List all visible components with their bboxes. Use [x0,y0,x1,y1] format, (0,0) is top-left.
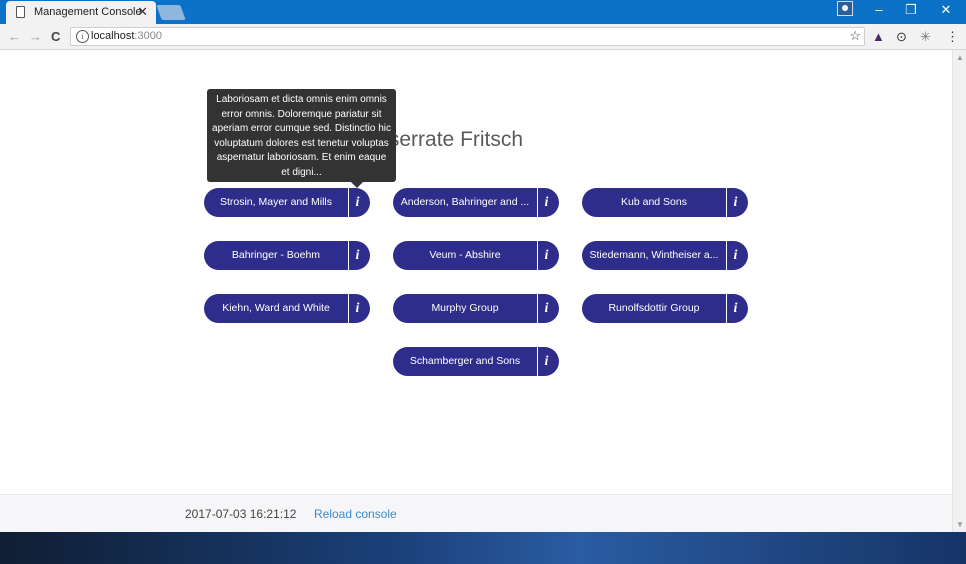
company-description-tooltip: Laboriosam et dicta omnis enim omnis err… [207,89,396,188]
info-icon[interactable]: i [76,30,89,43]
company-name[interactable]: Bahringer - Boehm [204,241,348,270]
company-name[interactable]: Strosin, Mayer and Mills [204,188,348,217]
company-button[interactable]: Schamberger and Sons i [393,347,559,376]
menu-dots-icon[interactable]: ⋮ [946,29,959,45]
info-button[interactable]: i [727,241,748,270]
desktop-background [0,532,966,564]
info-button[interactable]: i [727,294,748,323]
new-tab-button[interactable] [156,5,186,20]
company-name[interactable]: Veum - Abshire [393,241,537,270]
company-button[interactable]: Stiedemann, Wintheiser a... i [582,241,748,270]
page-icon [16,6,25,18]
profile-icon[interactable] [837,1,853,16]
extension-gear-icon[interactable]: ⊙ [896,29,907,45]
tab-title: Management Console [34,6,142,18]
scrollbar[interactable]: ▲ ▼ [952,50,966,532]
info-button[interactable]: i [538,241,559,270]
tab-close-icon[interactable]: ✕ [137,4,148,20]
company-name[interactable]: Kiehn, Ward and White [204,294,348,323]
bookmark-star-icon[interactable]: ☆ [849,28,861,44]
company-name[interactable]: Runolfsdottir Group [582,294,726,323]
company-name[interactable]: Stiedemann, Wintheiser a... [582,241,726,270]
scroll-down-icon[interactable]: ▼ [956,520,964,529]
reload-console-link[interactable]: Reload console [314,507,397,521]
info-button[interactable]: i [538,347,559,376]
page-content [0,50,952,494]
company-name[interactable]: Murphy Group [393,294,537,323]
address-bar[interactable]: i localhost:3000 ☆ [70,27,865,46]
info-button[interactable]: i [727,188,748,217]
company-button[interactable]: Strosin, Mayer and Mills i [204,188,370,217]
company-button[interactable]: Anderson, Bahringer and ... i [393,188,559,217]
reload-icon[interactable]: C [51,29,60,44]
company-button[interactable]: Murphy Group i [393,294,559,323]
company-name[interactable]: Kub and Sons [582,188,726,217]
browser-titlebar: Management Console ✕ – ❐ ✕ [0,0,966,24]
company-button[interactable]: Kiehn, Ward and White i [204,294,370,323]
scroll-up-icon[interactable]: ▲ [956,53,964,62]
url-port: :3000 [134,30,162,42]
extension-icon[interactable]: ▲ [872,29,885,44]
info-button[interactable]: i [349,241,370,270]
company-name[interactable]: Schamberger and Sons [393,347,537,376]
browser-tab[interactable]: Management Console ✕ [6,1,156,24]
timestamp: 2017-07-03 16:21:12 [185,507,297,521]
company-button[interactable]: Runolfsdottir Group i [582,294,748,323]
minimize-button[interactable]: – [869,2,889,17]
info-button[interactable]: i [538,294,559,323]
back-arrow-icon[interactable]: ← [8,29,21,44]
close-window-button[interactable]: ✕ [936,2,956,18]
footer: 2017-07-03 16:21:12 Reload console [0,494,952,532]
forward-arrow-icon[interactable]: → [29,29,42,44]
info-button[interactable]: i [349,188,370,217]
restore-button[interactable]: ❐ [901,2,921,18]
extension-sparkle-icon[interactable]: ✳ [920,29,931,45]
url-text: localhost:3000 [91,30,162,42]
company-button[interactable]: Bahringer - Boehm i [204,241,370,270]
company-button[interactable]: Kub and Sons i [582,188,748,217]
info-button[interactable]: i [538,188,559,217]
url-host: localhost [91,30,135,42]
company-button[interactable]: Veum - Abshire i [393,241,559,270]
company-name[interactable]: Anderson, Bahringer and ... [393,188,537,217]
browser-toolbar: ← → C i localhost:3000 ☆ ▲ ⊙ ✳ ⋮ [0,24,966,50]
info-button[interactable]: i [349,294,370,323]
